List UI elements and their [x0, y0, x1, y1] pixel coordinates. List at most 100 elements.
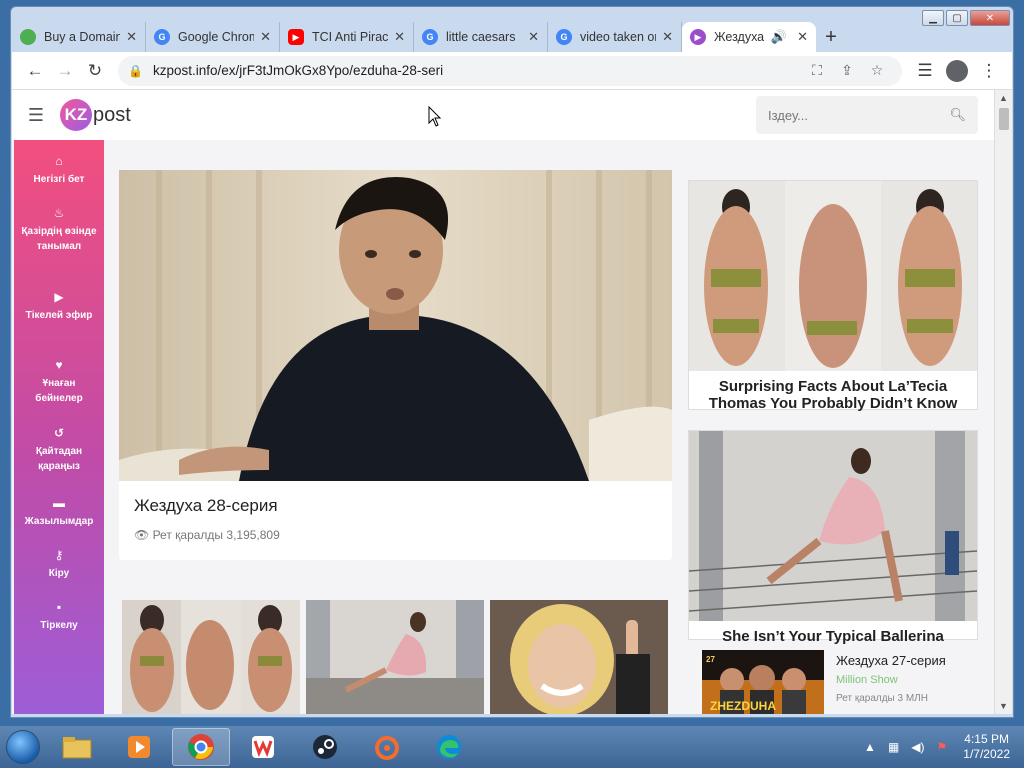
tab-1[interactable]: Buy a Domain ✕: [12, 22, 146, 52]
key-icon: ⚷: [54, 548, 64, 562]
close-tab-icon[interactable]: ✕: [662, 29, 673, 45]
ad-title[interactable]: Surprising Facts About La’Tecia Thomas Y…: [689, 376, 977, 414]
forward-icon[interactable]: →: [50, 56, 80, 86]
video-thumbnail[interactable]: [119, 170, 672, 481]
wps-icon[interactable]: [234, 728, 292, 766]
windows-logo-icon: [6, 730, 40, 764]
search-placeholder: Іздеу...: [768, 107, 808, 123]
clock-time: 4:15 PM: [964, 732, 1009, 746]
media-control-icon[interactable]: ☰: [910, 56, 940, 86]
ad-card-2[interactable]: She Isn’t Your Typical Ballerina: [688, 430, 978, 645]
video-title[interactable]: Жездуха 28-серия: [134, 496, 278, 516]
hamburger-menu-icon[interactable]: ☰: [12, 105, 60, 126]
home-icon: ⌂: [55, 154, 63, 168]
close-tab-icon[interactable]: ✕: [797, 29, 808, 45]
network-icon[interactable]: ▦: [888, 740, 899, 754]
grid-thumbnail-3[interactable]: [490, 600, 668, 714]
history-icon: ↺: [53, 426, 65, 440]
start-button[interactable]: [0, 726, 46, 768]
sidebar-item-label: Тікелей эфир: [25, 310, 93, 321]
related-video-title[interactable]: Жездуха 27-серия: [836, 653, 946, 668]
back-icon[interactable]: ←: [20, 56, 50, 86]
sidebar-item-login[interactable]: ⚷ Кіру: [14, 548, 104, 581]
menu-kebab-icon[interactable]: ⋮: [974, 56, 1004, 86]
minimize-button[interactable]: ▁: [922, 10, 944, 26]
tab-title: Buy a Domain: [44, 30, 121, 44]
sidebar-item-liked[interactable]: ♥ Ұнаған бейнелер: [20, 358, 98, 406]
tab-title: video taken on: [580, 30, 657, 44]
steam-icon[interactable]: [296, 728, 354, 766]
related-thumbnail: 27 ZHEZDUHA: [702, 650, 824, 714]
tab-title: Google Chrome: [178, 30, 255, 44]
tab-5[interactable]: G video taken on ✕: [548, 22, 682, 52]
main-video-card[interactable]: Жездуха 28-серия 👁︎ Рет қаралды 3,195,80…: [119, 170, 672, 560]
translate-icon[interactable]: ⛶: [802, 62, 832, 79]
system-tray: ▲ ▦ ◀) ⚑ 4:15 PM 1/7/2022: [858, 726, 1024, 768]
eye-icon: 👁︎: [134, 528, 153, 542]
sidebar-item-subscriptions[interactable]: ▬ Жазылымдар: [14, 496, 104, 529]
share-icon[interactable]: ⇪: [832, 62, 862, 79]
address-bar[interactable]: 🔒 kzpost.info/ex/jrF3tJmOkGx8Ypo/ezduha-…: [118, 55, 902, 86]
maximize-button[interactable]: ▢: [946, 10, 968, 26]
tab-4[interactable]: G little caesars ✕: [414, 22, 548, 52]
google-icon: G: [556, 29, 572, 45]
origin-icon[interactable]: [358, 728, 416, 766]
action-center-icon[interactable]: ⚑: [937, 740, 948, 754]
close-window-button[interactable]: ✕: [970, 10, 1010, 26]
site-header: ☰ KZ post Іздеу... 🔍︎: [12, 90, 994, 140]
ad-card-1[interactable]: Surprising Facts About La’Tecia Thomas Y…: [688, 180, 978, 412]
audio-icon[interactable]: 🔊: [771, 29, 787, 45]
heart-icon: ♥: [55, 358, 63, 372]
sidebar-item-home[interactable]: ⌂ Негізгі бет: [14, 154, 104, 187]
video-views: 👁︎ Рет қаралды 3,195,809: [134, 528, 280, 542]
site-search-input[interactable]: Іздеу... 🔍︎: [756, 96, 978, 134]
search-icon[interactable]: 🔍︎: [949, 107, 966, 123]
close-tab-icon[interactable]: ✕: [260, 29, 271, 45]
volume-icon[interactable]: ◀): [911, 740, 924, 754]
logo-kz: KZ: [60, 99, 92, 131]
sidebar-item-register[interactable]: ▪ Тіркелу: [14, 600, 104, 633]
clock[interactable]: 4:15 PM 1/7/2022: [963, 732, 1010, 762]
new-tab-button[interactable]: +: [816, 22, 846, 52]
close-tab-icon[interactable]: ✕: [126, 29, 137, 45]
grid-thumbnail-2[interactable]: [306, 600, 484, 714]
url-text[interactable]: kzpost.info/ex/jrF3tJmOkGx8Ypo/ezduha-28…: [153, 63, 802, 78]
sidebar-item-label: Ұнаған бейнелер: [35, 378, 83, 404]
bookmark-star-icon[interactable]: ☆: [862, 62, 892, 79]
tab-2[interactable]: G Google Chrome ✕: [146, 22, 280, 52]
sidebar-item-label: Негізгі бет: [33, 174, 85, 185]
play-icon: ▶: [690, 29, 706, 45]
sidebar-item-live[interactable]: ▶ Тікелей эфир: [20, 290, 98, 323]
related-video-item[interactable]: 27 ZHEZDUHA Жездуха 27-серия Million Sho…: [702, 650, 982, 714]
close-tab-icon[interactable]: ✕: [528, 29, 539, 45]
sidebar-item-trending[interactable]: ♨ Қазірдің өзінде танымал: [20, 206, 98, 254]
related-thumb-text: ZHEZDUHA: [710, 699, 776, 713]
sidebar-item-label: Қайтадан қараңыз: [35, 446, 83, 472]
page-scrollbar[interactable]: ▲ ▼: [994, 90, 1012, 714]
scroll-down-icon[interactable]: ▼: [995, 698, 1012, 714]
views-count: Рет қаралды 3,195,809: [152, 528, 280, 542]
sidebar-item-label: Кіру: [48, 568, 70, 579]
video-thumbnail-illustration: [119, 170, 672, 481]
profile-avatar[interactable]: [946, 59, 968, 82]
media-player-icon[interactable]: [110, 728, 168, 766]
tab-title: Жездуха: [714, 30, 765, 44]
close-tab-icon[interactable]: ✕: [394, 29, 405, 45]
site-logo[interactable]: KZ post: [60, 99, 131, 131]
tab-3[interactable]: ▶ TCI Anti Piracy ✕: [280, 22, 414, 52]
reload-icon[interactable]: ↻: [80, 56, 110, 86]
sidebar-item-history[interactable]: ↺ Қайтадан қараңыз: [20, 426, 98, 474]
chrome-icon[interactable]: [172, 728, 230, 766]
related-channel[interactable]: Million Show: [836, 674, 898, 686]
google-icon: G: [422, 29, 438, 45]
tab-6-active[interactable]: ▶ Жездуха 🔊 ✕: [682, 22, 816, 52]
ad-title[interactable]: She Isn’t Your Typical Ballerina: [689, 626, 977, 647]
scroll-up-icon[interactable]: ▲: [995, 90, 1012, 106]
lock-icon[interactable]: 🔒: [128, 64, 143, 78]
thumbnail-image: [122, 600, 300, 714]
grid-thumbnail-1[interactable]: [122, 600, 300, 714]
explorer-icon[interactable]: [48, 728, 106, 766]
show-hidden-icons-icon[interactable]: ▲: [864, 740, 876, 754]
scroll-thumb[interactable]: [999, 108, 1009, 130]
edge-icon[interactable]: [420, 728, 478, 766]
